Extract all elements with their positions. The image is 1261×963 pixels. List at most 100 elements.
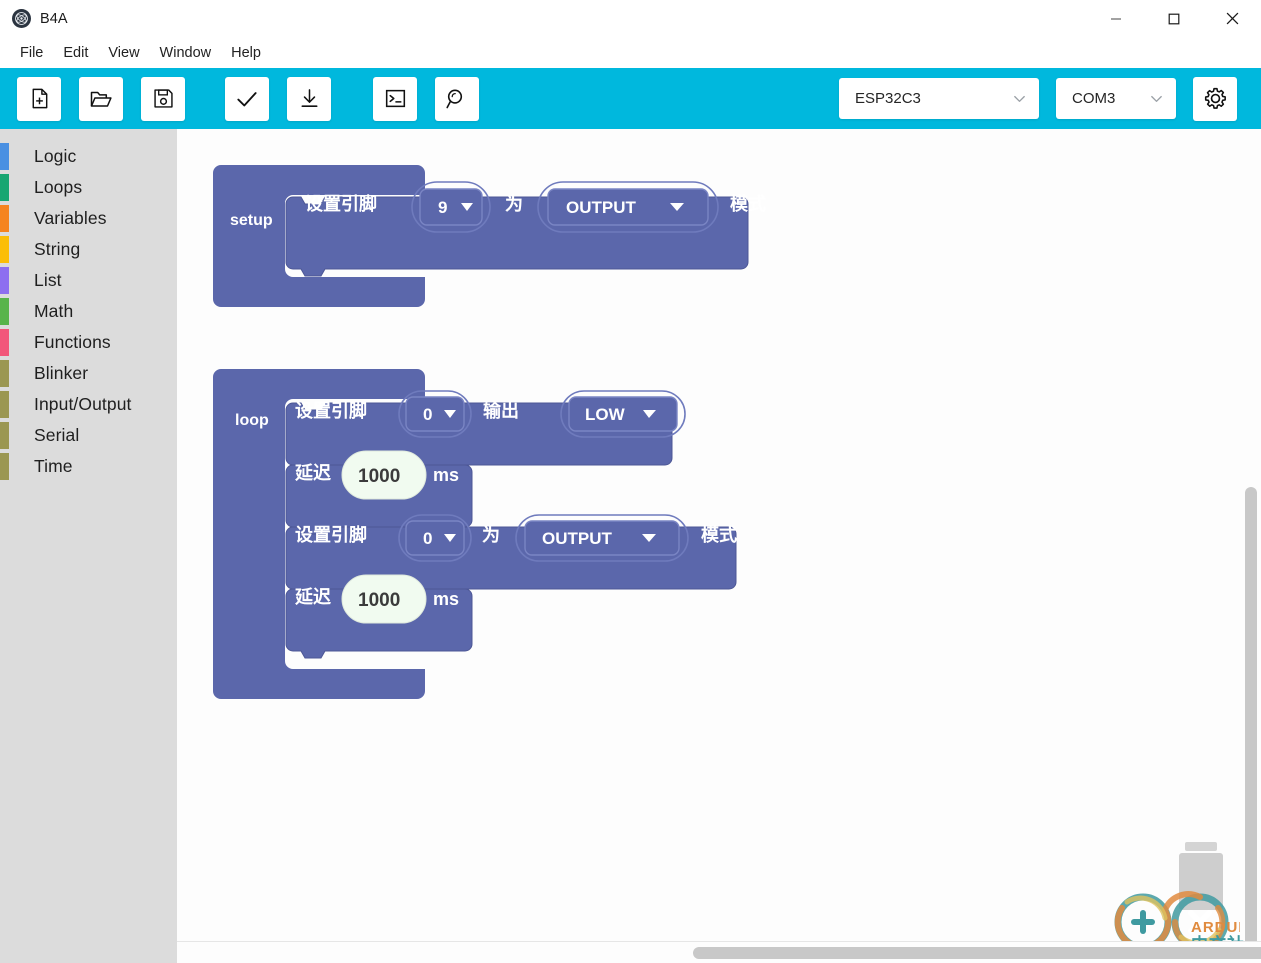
category-color-swatch	[0, 267, 9, 294]
pin-dropdown-value: 0	[423, 405, 432, 424]
sidebar-item-math[interactable]: Math	[0, 296, 177, 327]
serial-monitor-button[interactable]	[373, 76, 417, 121]
minimize-icon	[1111, 17, 1121, 20]
menu-item-window[interactable]: Window	[150, 41, 222, 65]
mode-dropdown-value: OUTPUT	[542, 529, 613, 548]
maximize-icon	[1168, 13, 1180, 24]
magnifier-icon	[446, 89, 463, 108]
pin-dropdown-value: 9	[438, 198, 447, 217]
statement-label: 模式	[701, 524, 737, 545]
save-floppy-icon	[153, 89, 173, 108]
pin-dropdown-value: 0	[423, 529, 432, 548]
category-color-swatch	[0, 143, 9, 170]
level-dropdown-value: LOW	[585, 405, 626, 424]
sidebar-item-logic[interactable]: Logic	[0, 141, 177, 172]
serial-plotter-button[interactable]	[435, 76, 479, 121]
window-controls	[1087, 0, 1261, 37]
category-color-swatch	[0, 329, 9, 356]
sidebar-item-loops[interactable]: Loops	[0, 172, 177, 203]
menu-item-edit[interactable]: Edit	[53, 41, 98, 65]
sidebar-item-string[interactable]: String	[0, 234, 177, 265]
sidebar-item-label: String	[34, 239, 81, 259]
sidebar-item-label: Serial	[34, 425, 80, 445]
sidebar-item-variables[interactable]: Variables	[0, 203, 177, 234]
sidebar-item-list[interactable]: List	[0, 265, 177, 296]
open-file-button[interactable]	[79, 76, 123, 121]
vertical-scrollbar-thumb[interactable]	[1245, 487, 1257, 963]
open-folder-icon	[90, 91, 112, 107]
category-color-swatch	[0, 298, 9, 325]
mode-dropdown-value: OUTPUT	[566, 198, 637, 217]
sidebar-item-blinker[interactable]: Blinker	[0, 358, 177, 389]
statement-label: 延迟	[294, 463, 331, 483]
upload-button[interactable]	[287, 76, 331, 121]
toolbar-file-group	[17, 76, 185, 121]
chevron-down-icon	[1149, 91, 1164, 106]
sidebar-item-input-output[interactable]: Input/Output	[0, 389, 177, 420]
pin-dropdown[interactable]: 0	[398, 390, 472, 438]
sidebar-item-serial[interactable]: Serial	[0, 420, 177, 451]
statement-label: ms	[433, 465, 459, 485]
menu-item-help[interactable]: Help	[221, 41, 271, 65]
new-file-button[interactable]	[17, 76, 61, 121]
category-color-swatch	[0, 453, 9, 480]
set-pin-mode-statement[interactable]: 设置引脚 9 为 OUTPUT 模式	[285, 181, 766, 277]
delay-number-field[interactable]: 1000	[341, 450, 427, 500]
mode-dropdown[interactable]: OUTPUT	[515, 514, 689, 562]
delay-number-value: 1000	[358, 590, 400, 611]
close-button[interactable]	[1203, 0, 1261, 37]
category-list: Logic Loops Variables String List Math F…	[0, 129, 177, 482]
category-color-swatch	[0, 360, 9, 387]
category-color-swatch	[0, 422, 9, 449]
sidebar-item-functions[interactable]: Functions	[0, 327, 177, 358]
loop-block[interactable]: loop 设置引脚 0 输出 LOW 延迟 1000 ms 设置引脚 0 为 O…	[213, 369, 737, 699]
sidebar-item-label: Time	[34, 456, 73, 476]
minimize-button[interactable]	[1087, 0, 1145, 37]
save-file-button[interactable]	[141, 76, 185, 121]
level-dropdown[interactable]: LOW	[560, 390, 686, 438]
menu-item-file[interactable]: File	[10, 41, 53, 65]
b4a-logo-icon	[12, 9, 31, 28]
horizontal-scrollbar-thumb[interactable]	[693, 947, 1261, 959]
sidebar-item-label: Input/Output	[34, 394, 132, 414]
verify-button[interactable]	[225, 76, 269, 121]
maximize-button[interactable]	[1145, 0, 1203, 37]
delay-number-field[interactable]: 1000	[341, 574, 427, 624]
gear-icon	[1204, 87, 1226, 109]
board-select[interactable]: ESP32C3	[839, 78, 1039, 119]
category-sidebar: Logic Loops Variables String List Math F…	[0, 129, 177, 963]
setup-block[interactable]: setup 设置引脚 9 为 OUTPUT 模式	[213, 165, 766, 307]
toolbar-right-group: ESP32C3 COM3	[839, 76, 1261, 121]
sidebar-item-label: List	[34, 270, 62, 290]
toolbar: ESP32C3 COM3	[0, 68, 1261, 129]
board-select-value: ESP32C3	[855, 90, 921, 107]
statement-label: 设置引脚	[305, 194, 377, 214]
checkmark-icon	[237, 91, 257, 106]
vertical-scrollbar[interactable]	[1240, 129, 1261, 963]
title-bar: B4A	[0, 0, 1261, 37]
new-file-icon	[32, 88, 47, 109]
blocks-canvas-svg: setup 设置引脚 9 为 OUTPUT 模式 loop 设置引脚 0 输出 …	[213, 165, 766, 699]
settings-button[interactable]	[1193, 76, 1237, 121]
statement-label: ms	[433, 589, 459, 609]
mode-dropdown[interactable]: OUTPUT	[537, 181, 719, 233]
sidebar-item-label: Variables	[34, 208, 107, 228]
digital-write-statement[interactable]: 设置引脚 0 输出 LOW	[285, 390, 686, 473]
statement-label: 为	[505, 193, 523, 214]
statement-label: 模式	[730, 193, 766, 214]
sidebar-item-time[interactable]: Time	[0, 451, 177, 482]
pin-dropdown[interactable]: 0	[398, 514, 472, 562]
port-select[interactable]: COM3	[1056, 78, 1176, 119]
chevron-down-icon	[1012, 91, 1027, 106]
category-color-swatch	[0, 205, 9, 232]
close-icon	[1226, 12, 1238, 25]
menu-item-view[interactable]: View	[98, 41, 149, 65]
pin-dropdown[interactable]: 9	[411, 181, 491, 233]
toolbar-build-group	[225, 76, 331, 121]
statement-label: 设置引脚	[295, 525, 367, 545]
setup-hat-label: setup	[230, 212, 273, 229]
horizontal-scrollbar[interactable]	[177, 941, 1261, 963]
delay-number-value: 1000	[358, 466, 400, 487]
blocks-workspace[interactable]: setup 设置引脚 9 为 OUTPUT 模式 loop 设置引脚 0 输出 …	[177, 129, 1261, 963]
sidebar-item-label: Blinker	[34, 363, 89, 383]
